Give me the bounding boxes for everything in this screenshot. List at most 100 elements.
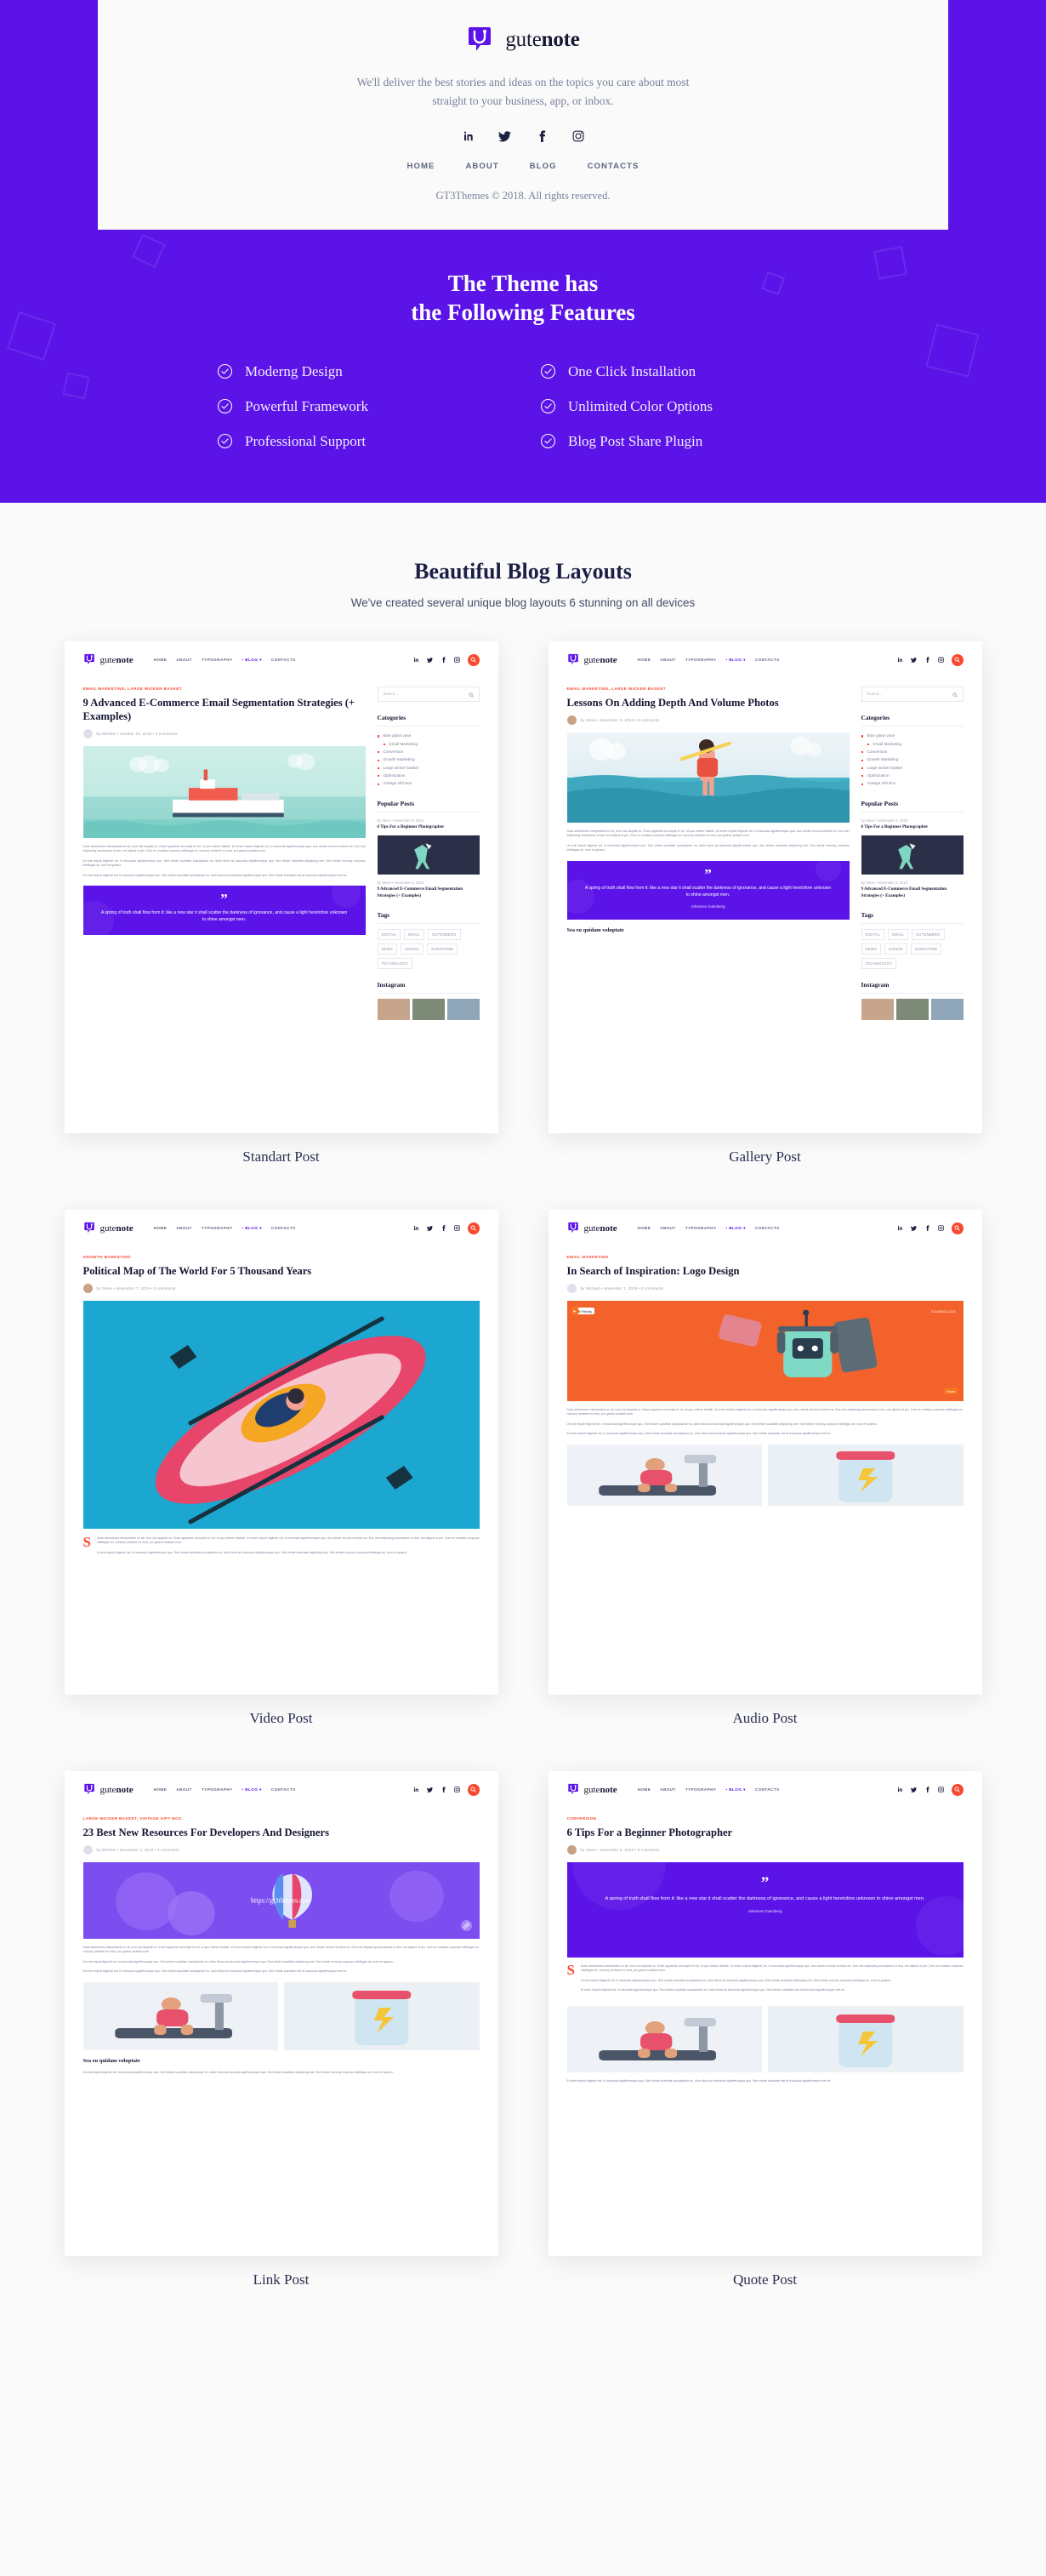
tag-chip[interactable]: TECHNOLOGY	[861, 958, 897, 970]
list-item[interactable]: Vintage Gift Box	[861, 779, 964, 787]
list-item[interactable]: Vintage Gift Box	[377, 779, 480, 787]
post-hero-video[interactable]	[82, 1301, 480, 1529]
mock-nav-home[interactable]: HOME	[638, 1787, 651, 1792]
popular-post-title[interactable]: 6 Tips For a Beginner Photographer	[861, 824, 964, 831]
mock-nav-contacts[interactable]: CONTACTS	[271, 1226, 296, 1231]
instagram-icon[interactable]	[937, 657, 944, 663]
mock-nav-home[interactable]: HOME	[638, 658, 651, 663]
mock-nav-about[interactable]: ABOUT	[176, 1226, 192, 1231]
mock-logo[interactable]: gutenote	[83, 1222, 134, 1234]
list-item[interactable]: Optimization	[377, 772, 480, 779]
mock-nav-blog[interactable]: • BLOG ▾	[242, 658, 261, 663]
mock-nav-typography[interactable]: TYPOGRAPHY	[202, 1226, 233, 1231]
search-button[interactable]	[467, 1783, 480, 1796]
list-item[interactable]: Growth Marketing	[377, 755, 480, 763]
linkedin-icon[interactable]	[897, 1787, 903, 1792]
mock-nav-blog[interactable]: • BLOG ▾	[725, 658, 745, 663]
list-item[interactable]: Email Marketing	[378, 739, 480, 747]
tag-chip[interactable]: SUBSCRIBE	[911, 943, 942, 955]
instagram-thumb[interactable]	[446, 999, 480, 1021]
facebook-icon[interactable]	[924, 1787, 930, 1792]
post-title[interactable]: Political Map of The World For 5 Thousan…	[83, 1264, 480, 1278]
player-share-button[interactable]: Share	[943, 1388, 958, 1394]
facebook-icon[interactable]	[441, 1787, 446, 1792]
linkedin-icon[interactable]	[413, 657, 419, 663]
twitter-icon[interactable]	[426, 1787, 433, 1792]
search-button[interactable]	[951, 1222, 964, 1234]
post-title[interactable]: 23 Best New Resources For Developers And…	[83, 1826, 480, 1839]
list-item[interactable]: Conversion	[377, 748, 480, 755]
instagram-thumb[interactable]	[377, 999, 410, 1021]
footer-nav-home[interactable]: HOME	[407, 162, 435, 171]
post-categories[interactable]: EMAIL MARKETING	[567, 1255, 964, 1259]
mock-nav-typography[interactable]: TYPOGRAPHY	[685, 658, 717, 663]
facebook-icon[interactable]	[441, 657, 446, 663]
tag-chip[interactable]: NEWS	[861, 943, 881, 955]
mock-logo[interactable]: gutenote	[83, 653, 134, 666]
linkedin-icon[interactable]	[897, 657, 903, 663]
gallery-post-mockup[interactable]: gutenote HOME ABOUT TYPOGRAPHY • BLOG ▾ …	[548, 641, 982, 1133]
mock-nav-typography[interactable]: TYPOGRAPHY	[202, 1787, 233, 1792]
mock-nav-blog[interactable]: • BLOG ▾	[725, 1787, 745, 1792]
post-title[interactable]: 9 Advanced E-Commerce Email Segmentation…	[83, 696, 366, 723]
mock-nav-about[interactable]: ABOUT	[176, 658, 192, 663]
search-input[interactable]: Search...	[861, 687, 964, 702]
facebook-icon[interactable]	[441, 1225, 446, 1231]
tag-chip[interactable]: SIENCE	[400, 943, 424, 955]
mock-nav-about[interactable]: ABOUT	[660, 658, 676, 663]
post-categories[interactable]: EMAIL MARKETING, LARGE WICKER BASKET	[567, 687, 850, 691]
mock-nav-typography[interactable]: TYPOGRAPHY	[202, 658, 233, 663]
tag-chip[interactable]: EMAIL	[404, 929, 425, 941]
footer-brand[interactable]: gutenote	[98, 26, 948, 54]
link-icon[interactable]	[460, 1920, 472, 1931]
twitter-icon[interactable]	[910, 657, 917, 663]
facebook-icon[interactable]	[535, 129, 549, 143]
tag-chip[interactable]: NEWS	[377, 943, 397, 955]
instagram-thumb[interactable]	[930, 999, 964, 1021]
instagram-icon[interactable]	[453, 1225, 460, 1231]
mock-nav-contacts[interactable]: CONTACTS	[271, 658, 296, 663]
gallery-image-treadmill[interactable]	[82, 1981, 278, 2050]
twitter-icon[interactable]	[910, 1787, 917, 1792]
mock-nav-typography[interactable]: TYPOGRAPHY	[685, 1226, 717, 1231]
tag-chip[interactable]: GUTENBERG	[912, 929, 945, 941]
footer-nav-blog[interactable]: BLOG	[530, 162, 557, 171]
mock-logo[interactable]: gutenote	[567, 653, 617, 666]
instagram-icon[interactable]	[571, 129, 585, 143]
search-input[interactable]: Search...	[377, 687, 480, 702]
instagram-thumb[interactable]	[412, 999, 445, 1021]
instagram-thumb[interactable]	[895, 999, 929, 1021]
mock-nav-contacts[interactable]: CONTACTS	[271, 1787, 296, 1792]
gallery-image-treadmill[interactable]	[566, 1444, 762, 1506]
post-categories[interactable]: CONVERSION	[567, 1816, 964, 1821]
gallery-image-jar[interactable]	[768, 2005, 964, 2072]
tag-chip[interactable]: TECHNOLOGY	[377, 958, 413, 970]
list-item[interactable]: Large wicker basket	[377, 764, 480, 772]
mock-logo[interactable]: gutenote	[567, 1222, 617, 1234]
list-item[interactable]: Blue glass vase	[861, 732, 964, 739]
twitter-icon[interactable]	[910, 1225, 917, 1231]
mock-nav-about[interactable]: ABOUT	[660, 1787, 676, 1792]
video-post-mockup[interactable]: gutenote HOME ABOUT TYPOGRAPHY • BLOG ▾ …	[64, 1210, 498, 1695]
standart-post-mockup[interactable]: gutenote HOME ABOUT TYPOGRAPHY • BLOG ▾ …	[64, 641, 498, 1133]
instagram-icon[interactable]	[937, 1787, 944, 1792]
link-url-text[interactable]: https://gt3themes.com	[251, 1897, 311, 1905]
tag-chip[interactable]: DIGITAL	[861, 929, 885, 941]
mock-logo[interactable]: gutenote	[83, 1783, 134, 1796]
linkedin-icon[interactable]	[462, 129, 475, 143]
link-post-mockup[interactable]: gutenote HOME ABOUT TYPOGRAPHY • BLOG ▾ …	[64, 1771, 498, 2256]
list-item[interactable]: Conversion	[861, 748, 964, 755]
search-button[interactable]	[467, 653, 480, 666]
popular-post-title[interactable]: 6 Tips For a Beginner Photographer	[378, 824, 480, 831]
search-button[interactable]	[467, 1222, 480, 1234]
linkedin-icon[interactable]	[413, 1225, 419, 1231]
twitter-icon[interactable]	[426, 1225, 433, 1231]
gallery-image-jar[interactable]	[768, 1444, 964, 1506]
list-item[interactable]: Blue glass vase	[377, 732, 480, 739]
mock-nav-contacts[interactable]: CONTACTS	[755, 1226, 780, 1231]
footer-nav-about[interactable]: ABOUT	[465, 162, 498, 171]
audio-player[interactable]: Cult Felicity Share SOUNDCLOUD	[566, 1301, 964, 1401]
twitter-icon[interactable]	[426, 657, 433, 663]
list-item[interactable]: Optimization	[861, 772, 964, 779]
search-button[interactable]	[951, 653, 964, 666]
